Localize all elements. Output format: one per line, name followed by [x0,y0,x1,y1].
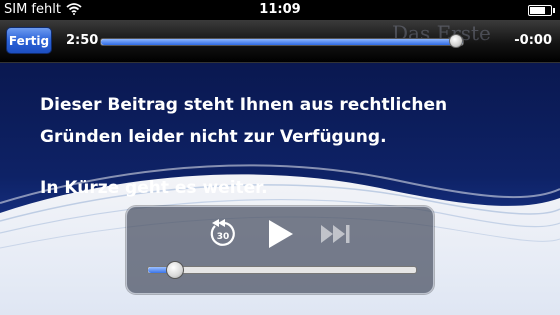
battery-icon [528,5,555,16]
message-line-3: In Kürze geht es weiter. [40,178,268,198]
done-button[interactable]: Fertig [6,27,52,54]
scrub-progress [101,39,463,45]
scrub-thumb[interactable] [449,34,463,48]
remaining-time: -0:00 [514,33,552,48]
skip-forward-button[interactable] [317,217,357,251]
play-button[interactable] [261,217,301,251]
message-line-1: Dieser Beitrag steht Ihnen aus rechtlich… [40,95,448,115]
clock: 11:09 [259,2,301,17]
playback-controls: 30 [126,206,434,294]
volume-thumb[interactable] [165,261,184,279]
rewind-30-icon: 30 [210,219,235,246]
playback-top-bar: Das Erste Fertig 2:50 -0:00 [0,20,560,63]
skip-forward-icon [321,225,350,243]
status-bar: SIM fehlt 11:09 [0,0,560,20]
rewind-30-label: 30 [217,232,230,242]
volume-slider[interactable] [147,261,417,279]
rewind-30-button[interactable]: 30 [203,217,243,251]
elapsed-time: 2:50 [66,33,99,48]
scrub-bar[interactable] [100,34,464,48]
play-icon [269,220,293,248]
message-line-2: Gründen leider nicht zur Verfügung. [40,127,387,147]
